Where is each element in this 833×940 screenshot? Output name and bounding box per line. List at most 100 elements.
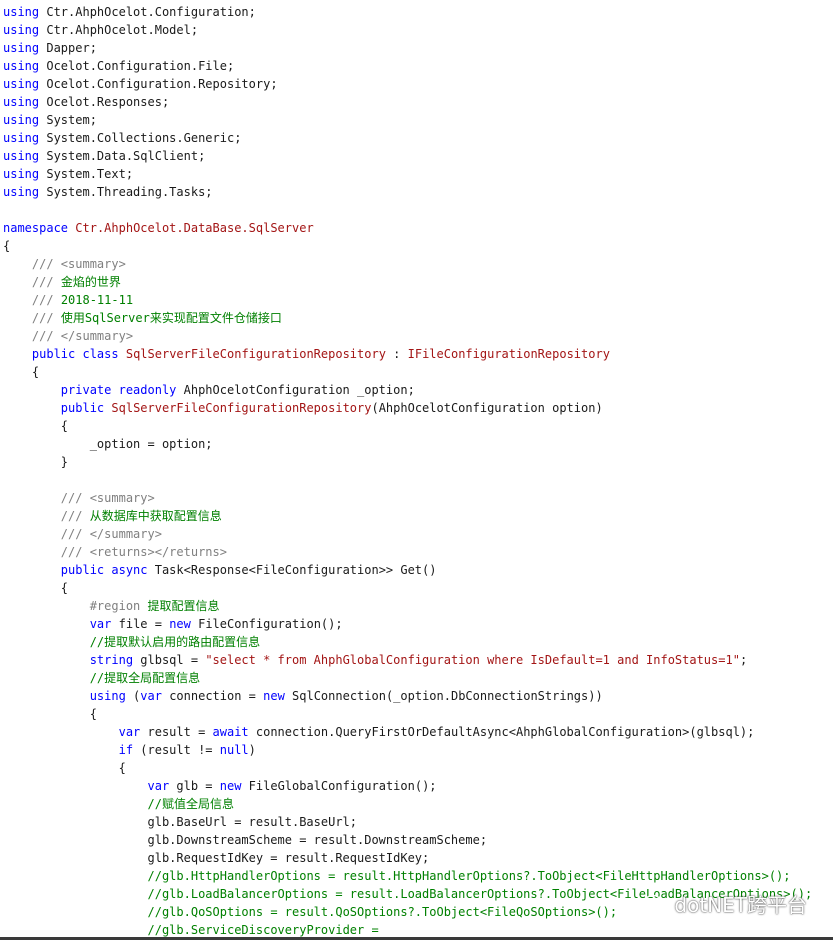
code-token: SqlServerFileConfigurationRepository: [111, 401, 372, 415]
code-token: :: [385, 347, 408, 361]
code-token: glb.RequestIdKey = result.RequestIdKey;: [3, 851, 430, 865]
code-token: 提取配置信息: [140, 599, 220, 613]
code-line: var result = await connection.QueryFirst…: [3, 723, 812, 741]
code-token: connection =: [161, 689, 264, 703]
code-token: file =: [111, 617, 170, 631]
code-token: ///: [31, 293, 61, 307]
code-token: string: [89, 653, 134, 667]
code-token: public class: [31, 347, 119, 361]
code-token: //glb.HttpHandlerOptions = result.HttpHa…: [147, 869, 791, 883]
code-line: using Ctr.AhphOcelot.Model;: [3, 21, 812, 39]
code-line: /// 从数据库中获取配置信息: [3, 507, 812, 525]
code-token: _option = option;: [3, 437, 213, 451]
code-line: public class SqlServerFileConfigurationR…: [3, 345, 812, 363]
code-token: {: [3, 419, 69, 433]
code-line: using System.Collections.Generic;: [3, 129, 812, 147]
code-token: System.Text;: [39, 167, 134, 181]
code-line: {: [3, 759, 812, 777]
code-line: glb.RequestIdKey = result.RequestIdKey;: [3, 849, 812, 867]
code-token: using: [3, 23, 40, 37]
code-token: /// </summary>: [31, 329, 134, 343]
code-token: 使用SqlServer来实现配置文件仓储接口: [60, 311, 282, 325]
code-line: using System.Threading.Tasks;: [3, 183, 812, 201]
code-line: using Ocelot.Configuration.Repository;: [3, 75, 812, 93]
code-token: using: [3, 149, 40, 163]
code-token: public async: [60, 563, 148, 577]
code-line: /// 金焰的世界: [3, 273, 812, 291]
code-line: /// 使用SqlServer来实现配置文件仓储接口: [3, 309, 812, 327]
code-token: private readonly: [60, 383, 177, 397]
code-token: glb.BaseUrl = result.BaseUrl;: [3, 815, 358, 829]
code-token: (result !=: [133, 743, 220, 757]
code-token: 2018-11-11: [60, 293, 134, 307]
code-token: ///: [31, 275, 61, 289]
code-line: //提取默认启用的路由配置信息: [3, 633, 812, 651]
code-line: using Ocelot.Responses;: [3, 93, 812, 111]
code-token: {: [3, 365, 40, 379]
code-token: FileGlobalConfiguration();: [241, 779, 437, 793]
code-line: }: [3, 453, 812, 471]
code-token: connection.QueryFirstOrDefaultAsync<Ahph…: [248, 725, 755, 739]
code-token: //提取全局配置信息: [89, 671, 201, 685]
code-token: System;: [39, 113, 97, 127]
code-token: namespace: [3, 221, 69, 235]
code-line: /// </summary>: [3, 525, 812, 543]
code-token: Ocelot.Responses;: [39, 95, 170, 109]
code-line: if (result != null): [3, 741, 812, 759]
code-token: (: [125, 689, 141, 703]
code-line: {: [3, 417, 812, 435]
code-token: using: [3, 131, 40, 145]
code-line: glb.DownstreamScheme = result.Downstream…: [3, 831, 812, 849]
code-line: using (var connection = new SqlConnectio…: [3, 687, 812, 705]
code-token: var: [118, 725, 141, 739]
code-token: using: [3, 185, 40, 199]
code-token: null: [219, 743, 249, 757]
code-token: 金焰的世界: [60, 275, 121, 289]
code-token: //提取默认启用的路由配置信息: [89, 635, 261, 649]
code-line: var glb = new FileGlobalConfiguration();: [3, 777, 812, 795]
code-token: using: [3, 59, 40, 73]
code-token: Ocelot.Configuration.Repository;: [39, 77, 278, 91]
code-token: var: [147, 779, 170, 793]
code-token: glb.DownstreamScheme = result.Downstream…: [3, 833, 488, 847]
code-token: Dapper;: [39, 41, 97, 55]
code-token: {: [3, 581, 69, 595]
code-line: //提取全局配置信息: [3, 669, 812, 687]
code-token: (AhphOcelotConfiguration option): [371, 401, 603, 415]
code-token: Ctr.AhphOcelot.Configuration;: [39, 5, 256, 19]
code-line: //glb.HttpHandlerOptions = result.HttpHa…: [3, 867, 812, 885]
code-token: /// <summary>: [60, 491, 155, 505]
code-token: glb =: [169, 779, 220, 793]
code-token: SqlServerFileConfigurationRepository: [125, 347, 386, 361]
code-token: using: [3, 113, 40, 127]
code-token: #region: [89, 599, 141, 613]
code-token: var: [89, 617, 112, 631]
code-token: using: [3, 41, 40, 55]
code-token: System.Collections.Generic;: [39, 131, 242, 145]
code-line: /// </summary>: [3, 327, 812, 345]
code-token: ): [248, 743, 256, 757]
code-token: System.Data.SqlClient;: [39, 149, 206, 163]
code-token: }: [3, 455, 69, 469]
code-line: public async Task<Response<FileConfigura…: [3, 561, 812, 579]
code-line: {: [3, 705, 812, 723]
code-token: /// <summary>: [31, 257, 126, 271]
watermark-text: dotNET跨平台: [674, 893, 807, 917]
code-line: using Dapper;: [3, 39, 812, 57]
